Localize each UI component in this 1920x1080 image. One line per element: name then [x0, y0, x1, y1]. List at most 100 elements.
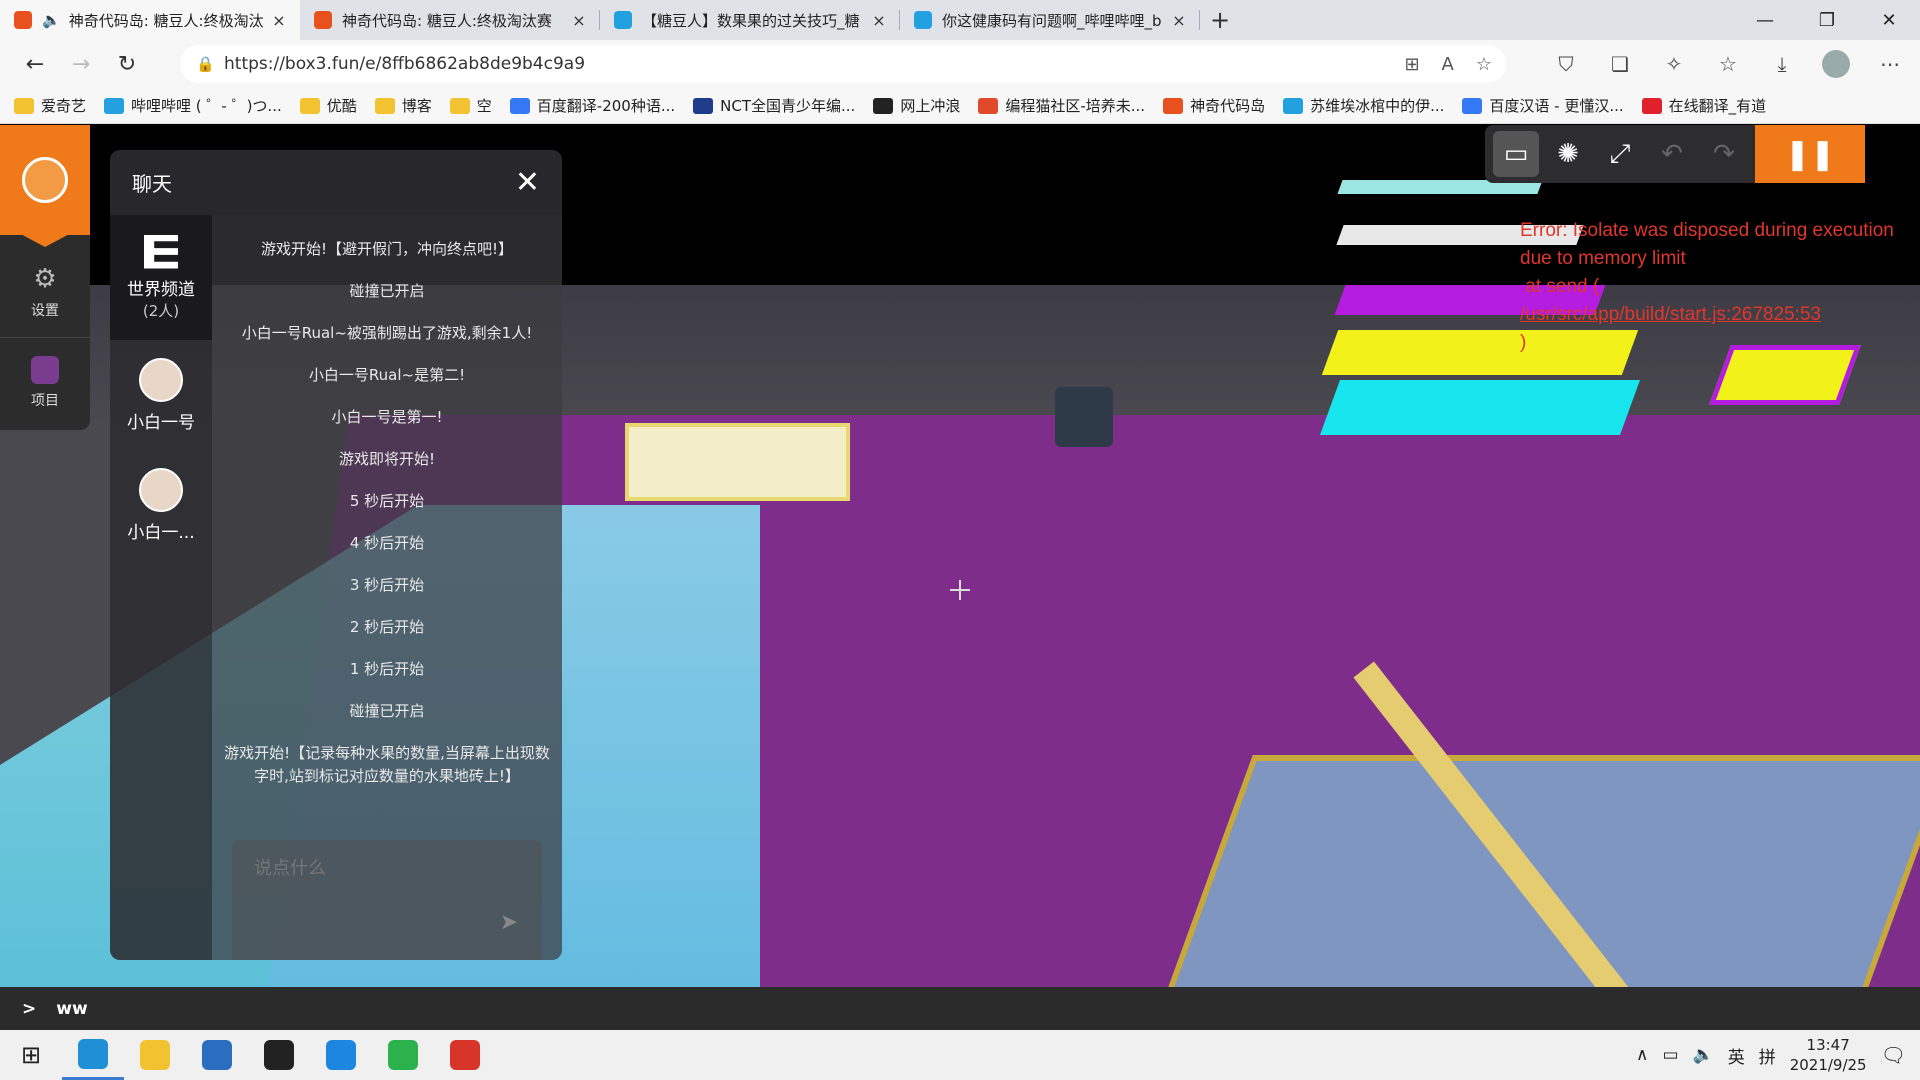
bookmark-icon	[104, 97, 125, 114]
tab-favicon-icon	[914, 11, 932, 29]
more-icon[interactable]: ⋯	[1870, 44, 1910, 84]
lock-icon[interactable]: 🔒	[196, 55, 224, 73]
chat-input-box[interactable]: ➤	[232, 840, 542, 960]
close-window-icon[interactable]: ✕	[1858, 0, 1920, 40]
sidebar-item-settings[interactable]: ⚙ 设置	[0, 247, 90, 337]
browser-tab[interactable]: 神奇代码岛: 糖豆人:终极淘汰赛 ×	[300, 0, 600, 40]
browser-window: 🔈 神奇代码岛: 糖豆人:终极淘汰 × 神奇代码岛: 糖豆人:终极淘汰赛 × 【…	[0, 0, 1920, 1030]
window-controls: — ❐ ✕	[1734, 0, 1920, 40]
browser-tab[interactable]: 【糖豆人】数果果的过关技巧_糖 ×	[600, 0, 900, 40]
bookmark-label: 网上冲浪	[900, 97, 961, 115]
maximize-icon[interactable]: ❐	[1796, 0, 1858, 40]
bookmark-label: 博客	[401, 97, 432, 115]
close-icon[interactable]: ✕	[515, 165, 540, 200]
ime-language[interactable]: 英	[1728, 1043, 1745, 1068]
bookmark-item[interactable]: 苏维埃冰棺中的伊...	[1283, 95, 1444, 116]
tab-close-icon[interactable]: ×	[568, 11, 590, 30]
tab-close-icon[interactable]: ×	[268, 11, 290, 30]
download-icon[interactable]: ⤓	[1762, 44, 1802, 84]
photos-icon[interactable]	[186, 1030, 248, 1080]
bookmark-icon	[1163, 97, 1184, 114]
chat-header: 聊天 ✕	[110, 150, 562, 215]
url-text[interactable]: https://box3.fun/e/8ffb6862ab8de9b4c9a9	[224, 54, 1404, 74]
channel-name: 小白一号	[127, 412, 195, 433]
network-icon[interactable]: ▭	[1662, 1045, 1678, 1065]
chat-input[interactable]	[232, 840, 542, 897]
chat-message: 游戏开始!【避开假门，冲向终点吧!】	[260, 240, 514, 258]
bookmark-label: 百度汉语 - 更懂汉...	[1489, 97, 1624, 115]
collections-icon[interactable]: ❏	[1600, 44, 1640, 84]
read-aloud-icon[interactable]: A	[1442, 54, 1454, 75]
tab-close-icon[interactable]: ×	[868, 11, 890, 30]
pause-button[interactable]: ❚❚	[1755, 125, 1865, 183]
minimize-icon[interactable]: —	[1734, 0, 1796, 40]
extensions-icon[interactable]: ✧	[1654, 44, 1694, 84]
channel-user[interactable]: 小白一...	[110, 450, 212, 560]
explorer-icon[interactable]	[124, 1030, 186, 1080]
logo-icon	[22, 157, 68, 203]
chat-icon[interactable]: ▭	[1493, 131, 1539, 177]
kugou-icon[interactable]	[310, 1030, 372, 1080]
favorite-icon[interactable]: ☆	[1476, 54, 1492, 75]
bookmark-item[interactable]: 百度汉语 - 更懂汉...	[1462, 95, 1624, 116]
bookmark-label: 优酷	[326, 97, 357, 115]
send-icon[interactable]: ➤	[500, 910, 518, 935]
apps-icon[interactable]: ⊞	[1404, 54, 1419, 75]
channel-world[interactable]: 世界频道 (2人)	[110, 215, 212, 340]
barrel	[1055, 387, 1113, 447]
forward-icon[interactable]: →	[58, 44, 104, 84]
address-bar[interactable]: 🔒 https://box3.fun/e/8ffb6862ab8de9b4c9a…	[180, 45, 1506, 83]
tab-title: 你这健康码有问题啊_哔哩哔哩_b	[942, 11, 1162, 30]
toolbar-group: ▭ ✺ ⤢ ↶ ↷	[1485, 125, 1755, 183]
crosshair-icon	[950, 580, 970, 600]
shield-icon[interactable]: ⛉	[1546, 44, 1586, 84]
qq-icon[interactable]	[248, 1030, 310, 1080]
bookmark-item[interactable]: 编程猫社区-培养未...	[978, 95, 1145, 116]
debug-icon[interactable]: ✺	[1545, 131, 1591, 177]
error-stack-link[interactable]: /usr/src/app/build/start.js:267825:53	[1520, 304, 1821, 325]
box3-logo[interactable]	[0, 125, 90, 247]
bookmark-item[interactable]: 网上冲浪	[873, 95, 960, 116]
ime-mode[interactable]: 拼	[1759, 1043, 1776, 1068]
bookmark-item[interactable]: 在线翻译_有道	[1641, 95, 1766, 116]
tab-close-icon[interactable]: ×	[1168, 11, 1190, 30]
notification-icon[interactable]: 🗨	[1881, 1043, 1906, 1067]
fullscreen-icon[interactable]: ⤢	[1597, 131, 1643, 177]
bookmark-item[interactable]: 爱奇艺	[14, 95, 86, 116]
bookmark-item[interactable]: 神奇代码岛	[1163, 95, 1265, 116]
redo-icon[interactable]: ↷	[1701, 131, 1747, 177]
tab-title: 神奇代码岛: 糖豆人:终极淘汰	[68, 11, 264, 30]
profile-avatar[interactable]	[1822, 50, 1850, 78]
undo-icon[interactable]: ↶	[1649, 131, 1695, 177]
edge-icon[interactable]	[62, 1030, 124, 1080]
bookmark-item[interactable]: 博客	[374, 95, 432, 116]
gear-icon: ⚙	[33, 264, 57, 294]
bookmark-item[interactable]: 百度翻译-200种语...	[509, 95, 675, 116]
chat-message: 小白一号Rual~被强制踢出了游戏,剩余1人!	[241, 324, 533, 342]
favorites-icon[interactable]: ☆	[1708, 44, 1748, 84]
game-viewport[interactable]: Error: Isolate was disposed during execu…	[0, 125, 1920, 1030]
bookmark-item[interactable]: NCT全国青少年编...	[693, 95, 855, 116]
channel-user[interactable]: 小白一号	[110, 340, 212, 450]
wps-icon[interactable]	[434, 1030, 496, 1080]
bookmark-icon	[873, 97, 894, 114]
bookmark-item[interactable]: 优酷	[299, 95, 357, 116]
tray-chevron-icon[interactable]: ∧	[1636, 1045, 1648, 1065]
console-bar[interactable]: > ww	[0, 987, 1920, 1030]
new-tab-button[interactable]: +	[1200, 0, 1240, 40]
bookmark-item[interactable]: 空	[449, 95, 492, 116]
browser-tab[interactable]: 你这健康码有问题啊_哔哩哔哩_b ×	[900, 0, 1200, 40]
back-icon[interactable]: ←	[12, 44, 58, 84]
speaker-icon[interactable]: 🔈	[42, 11, 61, 29]
bookmark-item[interactable]: 哔哩哔哩 ( ゜- ゜)つ...	[104, 95, 282, 116]
volume-icon[interactable]: 🔈	[1693, 1045, 1714, 1065]
bookmark-icon	[299, 97, 320, 114]
refresh-icon[interactable]: ↻	[104, 44, 150, 84]
browser-tab[interactable]: 🔈 神奇代码岛: 糖豆人:终极淘汰 ×	[0, 0, 300, 40]
chat-title: 聊天	[132, 172, 172, 196]
clock[interactable]: 13:47 2021/9/25	[1790, 1035, 1867, 1075]
console-text[interactable]: ww	[56, 999, 87, 1019]
wechat-icon[interactable]	[372, 1030, 434, 1080]
sidebar-item-project[interactable]: 项目	[0, 337, 90, 427]
start-icon[interactable]: ⊞	[0, 1030, 62, 1080]
